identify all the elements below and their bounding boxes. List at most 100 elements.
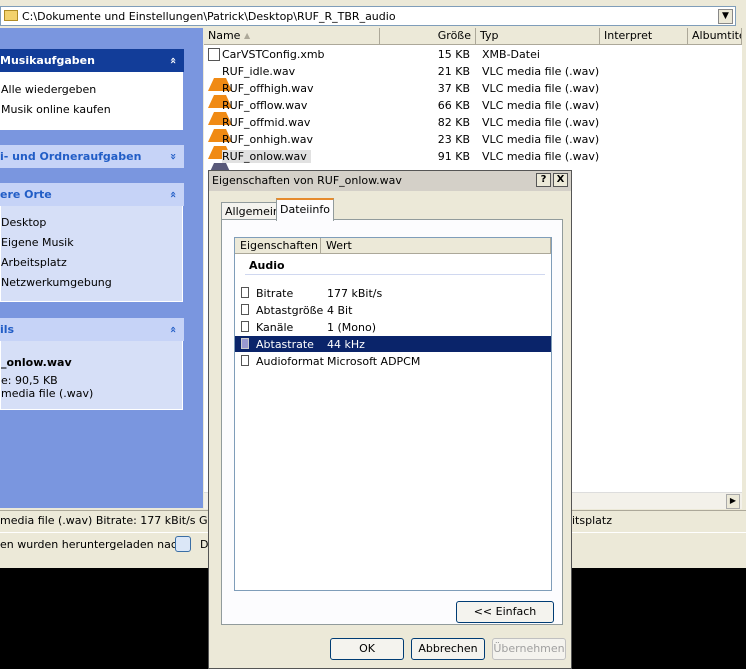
file-folder-tasks-title: i- und Ordneraufgaben bbox=[0, 150, 142, 163]
file-type: VLC media file (.wav) bbox=[482, 99, 600, 112]
download-status-text: en wurden heruntergeladen nach: bbox=[0, 538, 188, 551]
file-size: 15 KB bbox=[437, 48, 470, 61]
document-icon bbox=[241, 304, 249, 315]
column-name-label: Name bbox=[208, 29, 241, 42]
file-size: 66 KB bbox=[437, 99, 470, 112]
music-tasks-title: Musikaufgaben bbox=[0, 54, 95, 67]
file-name: RUF_idle.wav bbox=[222, 65, 296, 78]
place-my-music-link[interactable]: Eigene Musik bbox=[1, 236, 74, 249]
ie-icon bbox=[175, 536, 191, 552]
place-desktop-link[interactable]: Desktop bbox=[1, 216, 46, 229]
play-all-link[interactable]: Alle wiedergeben bbox=[1, 83, 96, 96]
list-item[interactable]: Kanäle 1 (Mono) bbox=[235, 319, 551, 335]
place-my-computer-link[interactable]: Arbeitsplatz bbox=[1, 256, 67, 269]
document-icon bbox=[241, 321, 249, 332]
list-item[interactable]: Audioformat Microsoft ADPCM bbox=[235, 353, 551, 369]
ok-button[interactable]: OK bbox=[330, 638, 404, 660]
file-type: VLC media file (.wav) bbox=[482, 133, 600, 146]
column-header-name[interactable]: Name ▲ bbox=[204, 28, 380, 45]
details-panel: _onlow.wav e: 90,5 KB media file (.wav) bbox=[0, 341, 183, 410]
file-name: RUF_offlow.wav bbox=[222, 99, 308, 112]
file-name: CarVSTConfig.xmb bbox=[222, 48, 325, 61]
details-header[interactable]: ils « bbox=[0, 318, 184, 341]
table-row[interactable]: RUF_onlow.wav 91 KB VLC media file (.wav… bbox=[204, 148, 742, 176]
chevron-up-icon[interactable]: « bbox=[162, 326, 185, 333]
list-item[interactable]: Abtastgröße 4 Bit bbox=[235, 302, 551, 318]
folder-icon bbox=[4, 10, 18, 21]
file-size: 21 KB bbox=[437, 65, 470, 78]
file-type: VLC media file (.wav) bbox=[482, 65, 600, 78]
property-value: Microsoft ADPCM bbox=[327, 355, 421, 368]
table-row[interactable]: RUF_offlow.wav 66 KB VLC media file (.wa… bbox=[204, 97, 742, 125]
column-header-type[interactable]: Typ bbox=[476, 28, 600, 45]
details-type: media file (.wav) bbox=[1, 387, 94, 400]
file-name: RUF_offmid.wav bbox=[222, 116, 311, 129]
file-name: RUF_onhigh.wav bbox=[222, 133, 313, 146]
document-icon bbox=[241, 338, 249, 349]
chevron-up-icon[interactable]: « bbox=[162, 191, 185, 198]
details-filename: _onlow.wav bbox=[1, 356, 72, 369]
section-divider bbox=[245, 274, 545, 275]
address-bar[interactable]: C:\Dokumente und Einstellungen\Patrick\D… bbox=[0, 6, 736, 26]
table-row[interactable]: RUF_idle.wav 21 KB VLC media file (.wav) bbox=[204, 63, 742, 91]
list-item[interactable]: Bitrate 177 kBit/s bbox=[235, 285, 551, 301]
section-audio: Audio bbox=[249, 259, 285, 272]
tab-dateiinfo[interactable]: Dateiinfo bbox=[276, 198, 334, 221]
sort-arrow-icon: ▲ bbox=[244, 31, 251, 40]
table-row[interactable]: CarVSTConfig.xmb 15 KB XMB-Datei bbox=[204, 46, 742, 63]
file-name: RUF_offhigh.wav bbox=[222, 82, 314, 95]
file-name: RUF_onlow.wav bbox=[222, 150, 311, 163]
column-header-size[interactable]: Größe bbox=[380, 28, 476, 45]
scroll-right-icon[interactable]: ▶ bbox=[726, 494, 740, 509]
other-places-title: ere Orte bbox=[0, 188, 52, 201]
file-size: 82 KB bbox=[437, 116, 470, 129]
file-folder-tasks-header[interactable]: i- und Ordneraufgaben » bbox=[0, 145, 184, 168]
status-zone: itsplatz bbox=[572, 514, 612, 527]
property-name: Bitrate bbox=[256, 287, 294, 300]
file-size: 37 KB bbox=[437, 82, 470, 95]
place-network-link[interactable]: Netzwerkumgebung bbox=[1, 276, 112, 289]
help-button[interactable]: ? bbox=[536, 173, 551, 187]
file-size: 91 KB bbox=[437, 150, 470, 163]
address-dropdown-button[interactable]: ▼ bbox=[718, 9, 733, 24]
property-value: 177 kBit/s bbox=[327, 287, 383, 300]
table-row[interactable]: RUF_onhigh.wav 23 KB VLC media file (.wa… bbox=[204, 131, 742, 159]
property-name: Kanäle bbox=[256, 321, 294, 334]
table-row[interactable]: RUF_offmid.wav 82 KB VLC media file (.wa… bbox=[204, 114, 742, 142]
properties-dialog: Eigenschaften von RUF_onlow.wav ? X Allg… bbox=[208, 170, 572, 669]
property-value: 44 kHz bbox=[327, 338, 365, 351]
column-header-properties[interactable]: Eigenschaften bbox=[235, 238, 321, 254]
apply-button[interactable]: Übernehmen bbox=[492, 638, 566, 660]
music-tasks-header[interactable]: Musikaufgaben « bbox=[0, 49, 184, 72]
music-tasks-panel: Alle wiedergeben Musik online kaufen bbox=[0, 72, 183, 130]
property-value: 1 (Mono) bbox=[327, 321, 377, 334]
list-item-selected[interactable]: Abtastrate 44 kHz bbox=[235, 336, 551, 352]
file-type: VLC media file (.wav) bbox=[482, 82, 600, 95]
property-name: Audioformat bbox=[256, 355, 324, 368]
details-title: ils bbox=[0, 323, 15, 336]
close-button[interactable]: X bbox=[553, 173, 568, 187]
column-header-artist[interactable]: Interpret bbox=[600, 28, 688, 45]
chevron-up-icon[interactable]: « bbox=[162, 57, 185, 64]
file-type: VLC media file (.wav) bbox=[482, 116, 600, 129]
cancel-button[interactable]: Abbrechen bbox=[411, 638, 485, 660]
other-places-header[interactable]: ere Orte « bbox=[0, 183, 184, 206]
property-name: Abtastrate bbox=[256, 338, 314, 351]
property-name: Abtastgröße bbox=[256, 304, 324, 317]
dialog-titlebar[interactable]: Eigenschaften von RUF_onlow.wav ? X bbox=[209, 171, 571, 191]
file-type: VLC media file (.wav) bbox=[482, 150, 600, 163]
column-header-album[interactable]: Albumtitel bbox=[688, 28, 742, 45]
properties-list: Eigenschaften Wert Audio Bitrate 177 kBi… bbox=[234, 237, 552, 591]
details-size: e: 90,5 KB bbox=[1, 374, 58, 387]
table-row[interactable]: RUF_offhigh.wav 37 KB VLC media file (.w… bbox=[204, 80, 742, 108]
buy-music-online-link[interactable]: Musik online kaufen bbox=[1, 103, 111, 116]
address-text: C:\Dokumente und Einstellungen\Patrick\D… bbox=[22, 10, 396, 23]
dialog-title: Eigenschaften von RUF_onlow.wav bbox=[212, 174, 402, 187]
simple-view-button[interactable]: << Einfach bbox=[456, 601, 554, 623]
xmb-file-icon bbox=[208, 48, 220, 61]
document-icon bbox=[241, 355, 249, 366]
chevron-down-icon[interactable]: » bbox=[162, 153, 185, 160]
file-size: 23 KB bbox=[437, 133, 470, 146]
document-icon bbox=[241, 287, 249, 298]
column-header-value[interactable]: Wert bbox=[321, 238, 551, 254]
